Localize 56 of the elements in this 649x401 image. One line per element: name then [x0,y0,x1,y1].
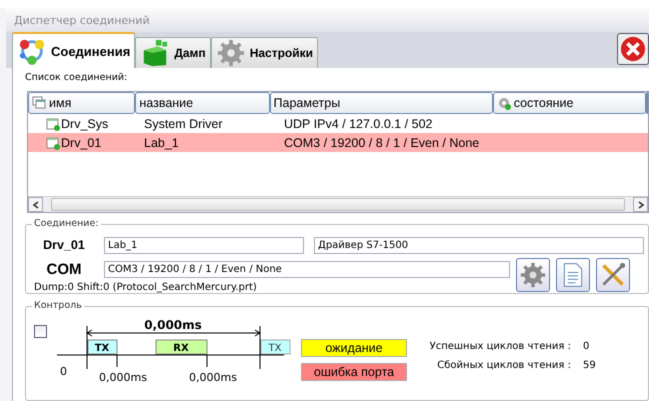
list-row[interactable]: Drv_Sys System Driver UDP IPv4 / 127.0.0.1 / 502 [28,114,648,133]
rx-time: 0,000ms [189,371,237,384]
tx-time: 0,000ms [99,371,147,384]
period-label: 0,000ms [144,318,202,332]
tools-icon [600,262,626,288]
tx-block: TX [88,340,118,354]
stat-label: Сбойных циклов чтения : [436,360,571,371]
tab[interactable]: Соединения [12,32,136,68]
status-indicator: ожидание [301,339,407,357]
settings-button[interactable] [516,258,550,292]
window-add-icon [46,116,60,130]
window-add-icon [46,136,60,150]
next-tx-block: TX [260,340,290,354]
scroll-left-button[interactable] [28,197,43,212]
close-button[interactable] [617,33,649,65]
stat-value: 59 [583,360,596,371]
params-field[interactable]: COM3 / 19200 / 8 / 1 / Even / None [104,260,510,278]
window-title: Диспетчер соединений [14,14,150,26]
table-cell: COM3 / 19200 / 8 / 1 / Even / None [284,136,480,150]
gear-icon [216,39,246,67]
column-header[interactable]: Параметры [270,92,493,114]
stat-label: Успешных циклов чтения : [428,341,571,352]
dump-info: Dump:0 Shift:0 (Protocol_SearchMercury.prt) [34,282,258,293]
document-button[interactable] [556,258,590,292]
gear-icon [496,96,511,110]
stat-value: 0 [583,341,590,352]
windows-icon [32,96,46,110]
close-icon [620,36,646,62]
group-label: Соединение: [32,218,101,229]
tools-button[interactable] [596,258,630,292]
list-row[interactable]: Drv_01 Lab_1 COM3 / 19200 / 8 / 1 / Even / None [28,133,648,152]
horizontal-scrollbar[interactable] [28,196,648,212]
table-cell: Drv_01 [61,136,102,150]
connection-type: COM [46,260,82,278]
scroll-thumb[interactable] [51,198,625,211]
checkbox[interactable] [34,325,47,338]
title-field[interactable]: Lab_1 [104,236,304,254]
status-indicator: ошибка порта [301,363,407,381]
table-cell: System Driver [144,116,222,130]
zero-label: 0 [60,365,67,378]
scroll-right-button[interactable] [633,197,648,212]
column-header[interactable]: имя [28,92,136,114]
column-header[interactable]: состояние [492,92,646,114]
gear-icon [520,262,546,288]
table-cell: Drv_Sys [61,116,108,130]
connection-name: Drv_01 [42,238,86,252]
table-cell: Lab_1 [144,136,179,150]
cycle-icon [17,37,47,65]
table-cell: UDP IPv4 / 127.0.0.1 / 502 [284,116,432,130]
rx-block: RX [156,340,208,354]
list-label: Список соединений: [25,72,128,85]
tab[interactable]: Дамп [135,37,211,68]
driver-field[interactable]: Драйвер S7-1500 [314,236,644,254]
tab[interactable]: Настройки [210,37,318,68]
group-label: Контроль [32,300,84,311]
column-header[interactable]: название [135,92,270,114]
